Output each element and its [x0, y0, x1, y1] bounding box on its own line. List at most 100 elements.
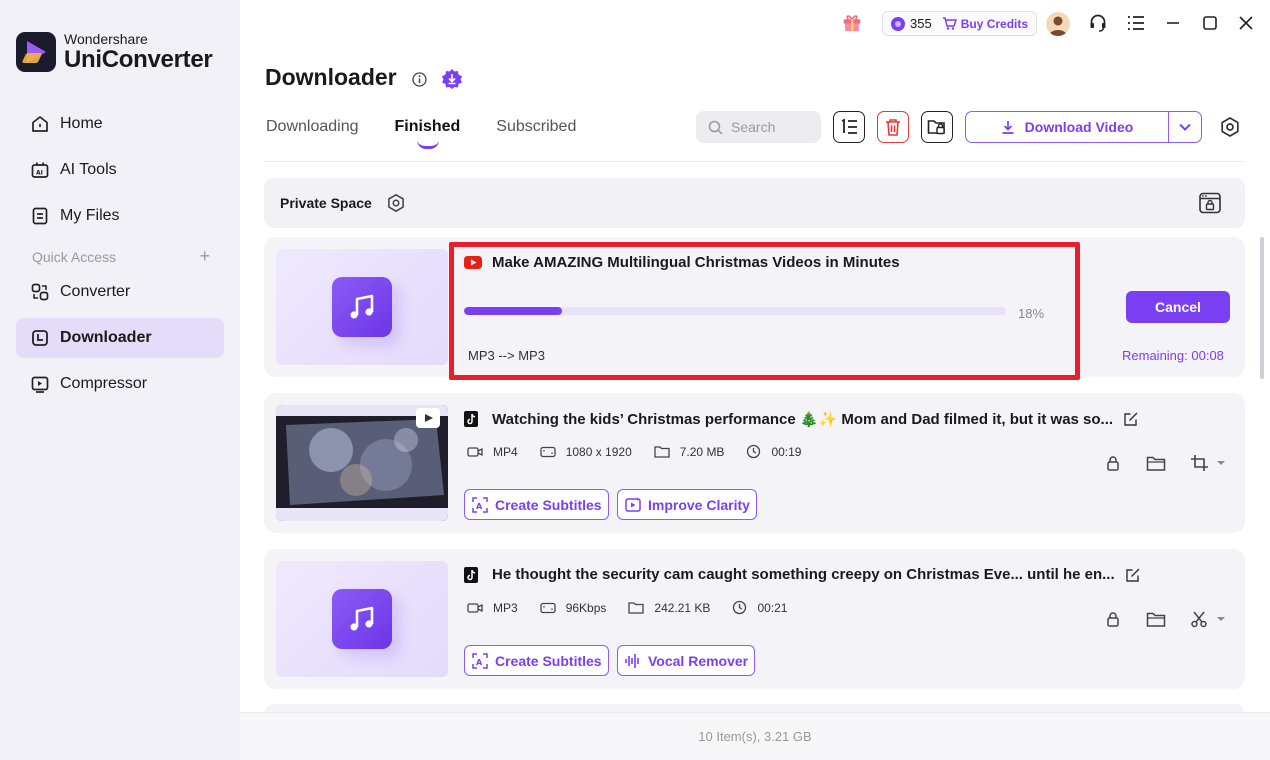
crop-icon[interactable] [1190, 454, 1210, 472]
gift-icon[interactable] [841, 11, 863, 33]
item-duration: 00:19 [771, 444, 802, 459]
item-size: 242.21 KB [654, 600, 711, 615]
credits-coin-icon [891, 16, 905, 31]
files-icon [30, 206, 50, 226]
audio-thumbnail [276, 249, 448, 365]
compressor-icon [30, 374, 50, 394]
lock-icon[interactable] [1106, 611, 1120, 627]
item-size: 7.20 MB [679, 444, 725, 459]
bitrate-icon [540, 602, 556, 613]
download-video-main[interactable]: Download Video [966, 112, 1169, 142]
sidebar-item-downloader[interactable]: Downloader [16, 318, 224, 358]
add-icon[interactable]: + [199, 247, 210, 265]
tab-downloading[interactable]: Downloading [266, 118, 359, 136]
video-format-icon [467, 602, 483, 613]
clarity-icon [625, 496, 641, 512]
info-icon[interactable] [412, 72, 427, 92]
tab-bar: Downloading Finished Subscribed [266, 118, 612, 149]
sidebar: Wondershare UniConverter Home AI AI Tool… [0, 0, 240, 760]
video-badge-icon [416, 408, 440, 428]
quick-access-label: Quick Access [32, 249, 117, 265]
folder-icon[interactable] [1146, 611, 1166, 628]
trash-icon [886, 119, 900, 136]
sidebar-item-converter[interactable]: Converter [16, 272, 224, 312]
minimize-icon[interactable] [1162, 12, 1184, 34]
create-subtitles-button[interactable]: A Create Subtitles [464, 645, 609, 676]
sidebar-item-label: Home [60, 115, 103, 132]
list-order-button[interactable] [833, 111, 865, 143]
scissors-icon[interactable] [1190, 610, 1208, 628]
item-format: MP4 [493, 444, 518, 459]
item-actions [1106, 610, 1226, 628]
menu-icon[interactable] [1125, 12, 1147, 34]
item-actions [1106, 454, 1226, 472]
item-resolution: 1080 x 1920 [565, 444, 632, 459]
cart-icon [942, 17, 957, 30]
subtitles-icon: A [472, 496, 488, 513]
downloader-icon [30, 328, 50, 348]
waveform-icon [625, 653, 639, 668]
scrollbar[interactable] [1260, 237, 1264, 379]
folder-size-icon [628, 602, 645, 614]
improve-clarity-label: Improve Clarity [648, 496, 750, 513]
audio-thumbnail[interactable] [276, 561, 448, 677]
folder-lock-icon [927, 120, 945, 135]
footer-summary: 10 Item(s), 3.21 GB [240, 712, 1270, 760]
delete-button[interactable] [877, 111, 909, 143]
sidebar-item-my-files[interactable]: My Files [16, 196, 224, 236]
item-meta: MP3 96Kbps 242.21 KB 00:21 [467, 600, 809, 615]
private-space-label: Private Space [280, 195, 372, 211]
chevron-down-icon[interactable] [1216, 615, 1226, 623]
lock-icon[interactable] [1106, 455, 1120, 471]
download-video-button[interactable]: Download Video [965, 111, 1202, 143]
chevron-down-icon[interactable] [1216, 459, 1226, 467]
svg-text:A: A [476, 502, 483, 511]
brand-small: Wondershare [64, 31, 148, 47]
credits-panel: 355 Buy Credits [882, 11, 1038, 36]
private-space-settings-icon[interactable] [386, 193, 406, 213]
create-subtitles-button[interactable]: A Create Subtitles [464, 489, 609, 520]
sidebar-item-home[interactable]: Home [16, 104, 224, 144]
avatar[interactable] [1046, 12, 1070, 36]
download-video-label: Download Video [1024, 119, 1134, 135]
search-input[interactable]: Search [696, 111, 821, 143]
sidebar-item-label: My Files [60, 207, 120, 224]
sidebar-item-compressor[interactable]: Compressor [16, 364, 224, 404]
app-logo: Wondershare UniConverter [16, 31, 213, 72]
download-options-dropdown[interactable] [1169, 122, 1201, 132]
item-duration: 00:21 [757, 600, 788, 615]
support-icon[interactable] [1087, 12, 1109, 34]
tab-subscribed[interactable]: Subscribed [496, 118, 576, 136]
music-note-icon [332, 277, 392, 337]
sidebar-item-label: AI Tools [60, 161, 117, 178]
buy-credits-button[interactable]: Buy Credits [942, 17, 1028, 31]
private-folder-button[interactable] [921, 111, 953, 143]
vocal-remover-button[interactable]: Vocal Remover [617, 645, 756, 676]
maximize-icon[interactable] [1199, 12, 1221, 34]
svg-text:A: A [476, 658, 483, 667]
finished-item-card: Watching the kids’ Christmas performance… [264, 393, 1245, 533]
settings-icon[interactable] [1219, 116, 1241, 143]
converter-icon [30, 282, 50, 302]
item-title-text: Watching the kids’ Christmas performance… [492, 411, 1114, 428]
premium-download-icon[interactable] [441, 68, 463, 95]
page-title-text: Downloader [265, 64, 397, 90]
edit-icon[interactable] [1125, 567, 1141, 583]
highlight-box [449, 242, 1080, 380]
sidebar-item-label: Downloader [60, 329, 152, 346]
tab-finished[interactable]: Finished [395, 118, 460, 149]
item-meta: MP4 1080 x 1920 7.20 MB 00:19 [467, 444, 823, 459]
close-icon[interactable] [1235, 12, 1257, 34]
private-lock-window-icon[interactable] [1198, 191, 1222, 220]
folder-icon[interactable] [1146, 455, 1166, 472]
credits-count: 355 [910, 16, 932, 31]
edit-icon[interactable] [1123, 411, 1139, 427]
sidebar-item-ai-tools[interactable]: AI AI Tools [16, 150, 224, 190]
create-subtitles-label: Create Subtitles [495, 652, 602, 669]
folder-size-icon [654, 446, 670, 458]
improve-clarity-button[interactable]: Improve Clarity [617, 489, 757, 520]
cancel-button[interactable]: Cancel [1126, 291, 1230, 323]
video-thumbnail[interactable] [276, 405, 448, 521]
tiktok-icon [464, 411, 478, 427]
create-subtitles-label: Create Subtitles [495, 496, 602, 513]
